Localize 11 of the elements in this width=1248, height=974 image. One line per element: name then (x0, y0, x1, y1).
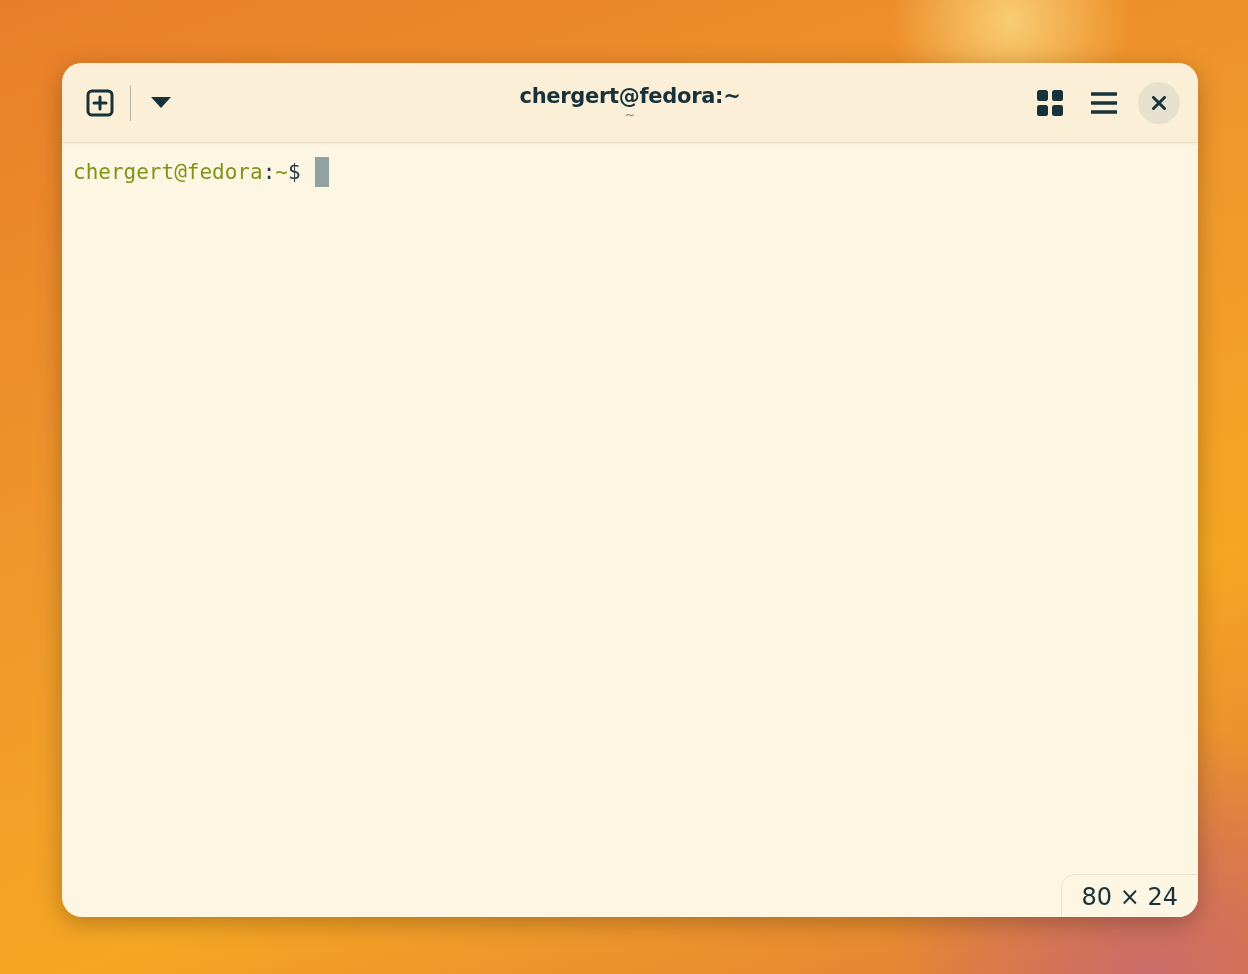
window-subtitle: ~ (624, 107, 636, 122)
close-button[interactable] (1138, 81, 1180, 124)
plus-square-icon (86, 88, 114, 117)
window-title: chergert@fedora:~ (519, 83, 741, 108)
close-icon (1152, 95, 1166, 110)
caret-icon (151, 97, 171, 108)
menu-icon (1091, 91, 1117, 114)
grid-icon (1037, 89, 1063, 116)
terminal-size-label: 80 × 24 (1060, 874, 1198, 917)
terminal-cursor (314, 157, 329, 187)
shell-prompt: chergert@fedora:~$ (73, 160, 301, 184)
